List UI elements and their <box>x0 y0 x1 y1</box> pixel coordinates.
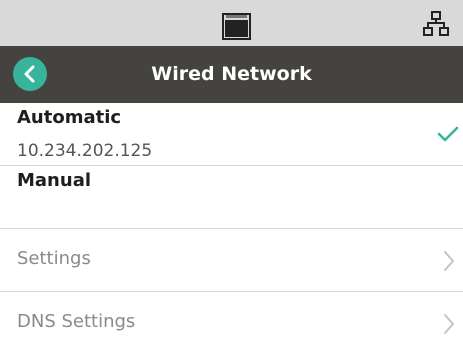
option-title: Manual <box>17 170 92 191</box>
chevron-left-icon <box>24 65 35 83</box>
chevron-right-icon <box>444 314 454 334</box>
menu-item-label: DNS Settings <box>17 311 136 332</box>
back-button[interactable] <box>13 57 47 91</box>
check-icon <box>437 126 459 142</box>
page-title: Wired Network <box>151 63 312 85</box>
status-bar <box>0 0 463 46</box>
option-manual[interactable]: Manual <box>0 166 463 229</box>
chevron-right-icon <box>444 251 454 271</box>
menu-item-label: Settings <box>17 248 91 269</box>
header-bar: Wired Network <box>0 46 463 103</box>
network-options-list: Automatic 10.234.202.125 Manual Settings… <box>0 103 463 355</box>
menu-item-settings[interactable]: Settings <box>0 229 463 292</box>
option-title: Automatic <box>17 107 122 128</box>
ip-address: 10.234.202.125 <box>17 141 153 161</box>
printer-icon <box>222 13 251 40</box>
option-automatic[interactable]: Automatic 10.234.202.125 <box>0 103 463 166</box>
menu-item-dns-settings[interactable]: DNS Settings <box>0 292 463 355</box>
network-icon <box>423 11 449 36</box>
